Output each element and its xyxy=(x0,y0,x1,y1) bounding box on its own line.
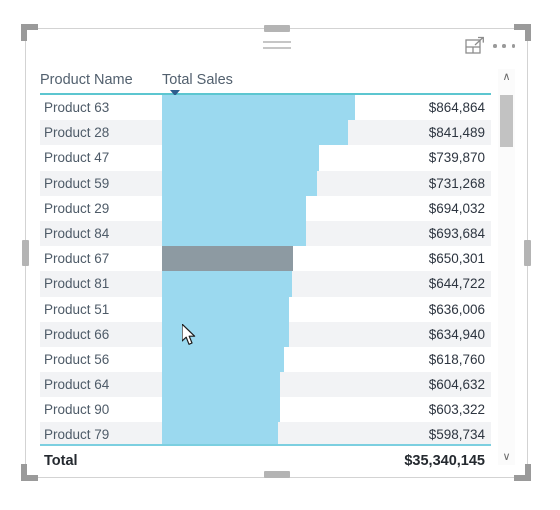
column-header-product-name[interactable]: Product Name xyxy=(40,72,133,88)
resize-handle-top-right[interactable] xyxy=(514,24,531,41)
handle-arm xyxy=(21,464,27,481)
data-bar xyxy=(162,397,280,423)
column-header-total-sales[interactable]: Total Sales xyxy=(162,72,233,88)
table-row[interactable]: Product 64 $604,632 xyxy=(40,372,491,398)
row-total-sales: $864,864 xyxy=(428,100,485,115)
data-bar xyxy=(162,321,289,347)
data-bar xyxy=(162,296,290,322)
total-value: $35,340,145 xyxy=(404,453,485,469)
row-total-sales: $650,301 xyxy=(428,251,485,267)
scroll-up-arrow-icon[interactable]: ∧ xyxy=(498,69,515,85)
visual-header-bar xyxy=(26,29,527,61)
data-bar xyxy=(162,195,306,221)
row-product-name: Product 63 xyxy=(44,100,110,115)
row-total-sales: $603,322 xyxy=(428,402,485,418)
resize-handle-top[interactable] xyxy=(264,25,290,32)
data-bar xyxy=(162,422,279,444)
table-row[interactable]: Product 81 $644,722 xyxy=(40,271,491,297)
row-product-name: Product 28 xyxy=(44,125,110,141)
table-row[interactable]: Product 28 $841,489 xyxy=(40,120,491,146)
data-bar xyxy=(162,246,294,272)
row-total-sales: $636,006 xyxy=(428,301,485,317)
vertical-scrollbar[interactable]: ∧ ∨ xyxy=(498,69,515,465)
row-total-sales: $841,489 xyxy=(428,125,485,141)
resize-handle-bottom-right[interactable] xyxy=(514,464,531,481)
table-row[interactable]: Product 29 $694,032 xyxy=(40,195,491,221)
row-product-name: Product 66 xyxy=(44,326,110,342)
row-product-name: Product 56 xyxy=(44,351,110,367)
resize-handle-bottom[interactable] xyxy=(264,471,290,478)
table-row[interactable]: Product 84 $693,684 xyxy=(40,220,491,247)
row-product-name: Product 84 xyxy=(44,225,110,241)
table-row[interactable]: Product 47 $739,870 xyxy=(40,145,491,171)
data-bar xyxy=(162,220,306,247)
row-total-sales: $618,760 xyxy=(428,351,485,367)
row-product-name: Product 29 xyxy=(44,200,110,216)
table-row[interactable]: Product 67 $650,301 xyxy=(40,246,491,272)
ellipsis-dot xyxy=(511,44,515,48)
more-options-icon[interactable] xyxy=(493,40,515,52)
table-rows-viewport[interactable]: Product 63 $864,864 Product 28 $841,489 Prod… xyxy=(40,95,491,444)
table-row[interactable]: Product 51 $636,006 xyxy=(40,296,491,322)
drag-handle-icon[interactable] xyxy=(262,41,291,53)
row-product-name: Product 79 xyxy=(44,427,110,443)
table-visual-container[interactable]: Product Name Total Sales Product 63 $864,… xyxy=(25,28,528,478)
handle-arm xyxy=(525,464,531,481)
resize-handle-bottom-left[interactable] xyxy=(21,464,38,481)
row-product-name: Product 47 xyxy=(44,150,110,166)
screenshot-root: Product Name Total Sales Product 63 $864,… xyxy=(0,0,560,510)
table-column-headers: Product Name Total Sales xyxy=(40,61,491,96)
table-row[interactable]: Product 79 $598,734 xyxy=(40,422,491,444)
table-row[interactable]: Product 66 $634,940 xyxy=(40,321,491,347)
row-total-sales: $644,722 xyxy=(428,276,485,292)
total-label: Total xyxy=(44,453,78,469)
drag-handle-line xyxy=(262,41,291,43)
row-product-name: Product 81 xyxy=(44,276,110,292)
row-total-sales: $693,684 xyxy=(428,225,485,241)
row-total-sales: $634,940 xyxy=(428,326,485,342)
row-product-name: Product 59 xyxy=(44,175,110,191)
ellipsis-dot xyxy=(493,44,497,48)
handle-arm xyxy=(21,24,27,41)
table-row[interactable]: Product 90 $603,322 xyxy=(40,397,491,423)
data-bar xyxy=(162,120,349,146)
data-bar xyxy=(162,372,281,398)
scrollbar-thumb[interactable] xyxy=(500,95,513,147)
resize-handle-top-left[interactable] xyxy=(21,24,38,41)
data-bar xyxy=(162,170,317,196)
resize-handle-right[interactable] xyxy=(524,240,531,266)
row-total-sales: $694,032 xyxy=(428,200,485,216)
table-row[interactable]: Product 56 $618,760 xyxy=(40,346,491,373)
row-total-sales: $739,870 xyxy=(428,150,485,166)
row-total-sales: $604,632 xyxy=(428,377,485,393)
data-bar xyxy=(162,346,285,373)
focus-mode-icon[interactable] xyxy=(465,36,485,55)
row-product-name: Product 64 xyxy=(44,377,110,393)
data-bar xyxy=(162,95,355,121)
row-total-sales: $731,268 xyxy=(428,175,485,191)
row-product-name: Product 67 xyxy=(44,251,110,267)
table-row[interactable]: Product 59 $731,268 xyxy=(40,170,491,196)
table-area: Product Name Total Sales Product 63 $864,… xyxy=(40,61,515,477)
data-bar xyxy=(162,145,319,171)
row-product-name: Product 51 xyxy=(44,301,110,317)
data-bar xyxy=(162,271,292,297)
resize-handle-left[interactable] xyxy=(22,240,29,266)
handle-arm xyxy=(525,24,531,41)
row-total-sales: $598,734 xyxy=(428,427,485,443)
drag-handle-line xyxy=(262,47,291,49)
scroll-down-arrow-icon[interactable]: ∨ xyxy=(498,449,515,465)
row-product-name: Product 90 xyxy=(44,402,110,418)
ellipsis-dot xyxy=(502,44,506,48)
table-row[interactable]: Product 63 $864,864 xyxy=(40,95,491,121)
